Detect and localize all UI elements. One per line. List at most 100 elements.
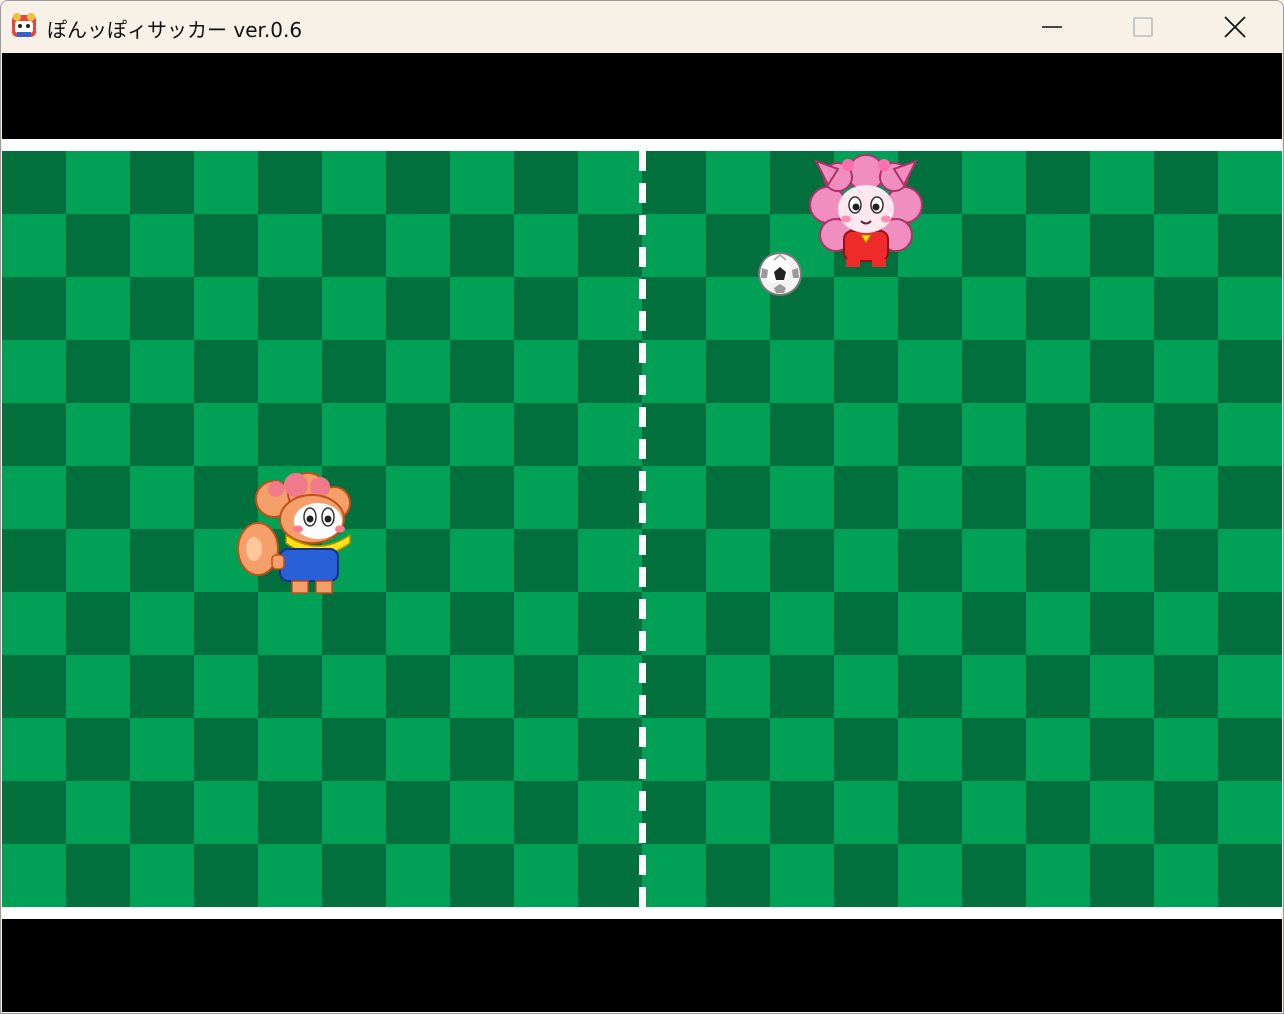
turf-tile [1218,214,1282,278]
halfway-dash [639,343,646,363]
turf-tile [642,781,707,845]
turf-tile [770,340,835,404]
turf-tile [386,214,451,278]
turf-tile [1026,466,1091,530]
turf-tile [770,466,835,530]
turf-tile [66,277,131,341]
turf-tile [1218,277,1282,341]
turf-tile [706,781,771,845]
turf-tile [898,277,963,341]
turf-tile [514,529,579,593]
turf-tile [2,151,67,215]
turf-tile [642,340,707,404]
turf-tile [578,592,643,656]
turf-tile [1154,655,1219,719]
maximize-button[interactable] [1097,1,1189,53]
turf-tile [258,277,323,341]
turf-tile [706,466,771,530]
turf-tile [1026,718,1091,782]
turf-tile [322,655,387,719]
turf-tile [1090,277,1155,341]
turf-tile [386,655,451,719]
turf-tile [770,718,835,782]
turf-tile [1154,529,1219,593]
soccer-ball [758,252,802,296]
title-bar[interactable]: ぽんッぽィサッカー ver.0.6 [1,1,1283,53]
halfway-dash [639,759,646,779]
turf-tile [450,529,515,593]
turf-tile [1090,466,1155,530]
turf-tile [1154,844,1219,908]
turf-tile [578,340,643,404]
turf-tile [130,340,195,404]
halfway-dash [639,823,646,843]
turf-tile [642,214,707,278]
turf-tile [1026,403,1091,467]
close-button[interactable] [1189,1,1281,53]
turf-tile [66,340,131,404]
maximize-icon [1133,17,1153,37]
turf-tile [834,340,899,404]
turf-tile [898,844,963,908]
turf-tile [1026,277,1091,341]
turf-tile [386,529,451,593]
turf-tile [1090,592,1155,656]
turf-tile [706,340,771,404]
turf-tile [514,277,579,341]
turf-tile [450,277,515,341]
turf-tile [770,844,835,908]
turf-tile [2,718,67,782]
turf-tile [514,214,579,278]
turf-tile [1090,781,1155,845]
turf-tile [450,781,515,845]
turf-tile [642,844,707,908]
halfway-dash [639,855,646,875]
turf-tile [258,718,323,782]
turf-tile [1090,718,1155,782]
turf-tile [1218,466,1282,530]
turf-tile [770,655,835,719]
turf-tile [322,403,387,467]
halfway-dash [639,727,646,747]
turf-tile [386,844,451,908]
turf-tile [450,151,515,215]
turf-tile [386,277,451,341]
turf-tile [450,718,515,782]
turf-tile [258,592,323,656]
turf-tile [258,340,323,404]
turf-tile [1026,592,1091,656]
turf-tile [642,718,707,782]
game-canvas[interactable] [2,53,1282,1012]
turf-tile [898,718,963,782]
turf-tile [386,151,451,215]
turf-tile [834,655,899,719]
turf-tile [1154,466,1219,530]
turf-tile [66,655,131,719]
turf-tile [514,844,579,908]
halfway-dash [639,439,646,459]
turf-tile [450,655,515,719]
turf-tile [834,529,899,593]
soccer-field [2,139,1282,919]
turf-tile [322,151,387,215]
turf-tile [322,718,387,782]
turf-tile [386,403,451,467]
turf-tile [1026,151,1091,215]
turf-tile [514,592,579,656]
minimize-button[interactable] [1006,1,1098,53]
turf-tile [258,403,323,467]
turf-tile [706,655,771,719]
turf-tile [578,655,643,719]
turf-tile [1090,340,1155,404]
turf-tile [706,718,771,782]
turf-tile [450,592,515,656]
turf-tile [258,214,323,278]
turf-tile [642,592,707,656]
turf-tile [66,466,131,530]
turf-tile [706,592,771,656]
turf-tile [1090,214,1155,278]
turf-tile [386,781,451,845]
turf-tile [450,844,515,908]
turf-tile [130,151,195,215]
turf-tile [898,403,963,467]
